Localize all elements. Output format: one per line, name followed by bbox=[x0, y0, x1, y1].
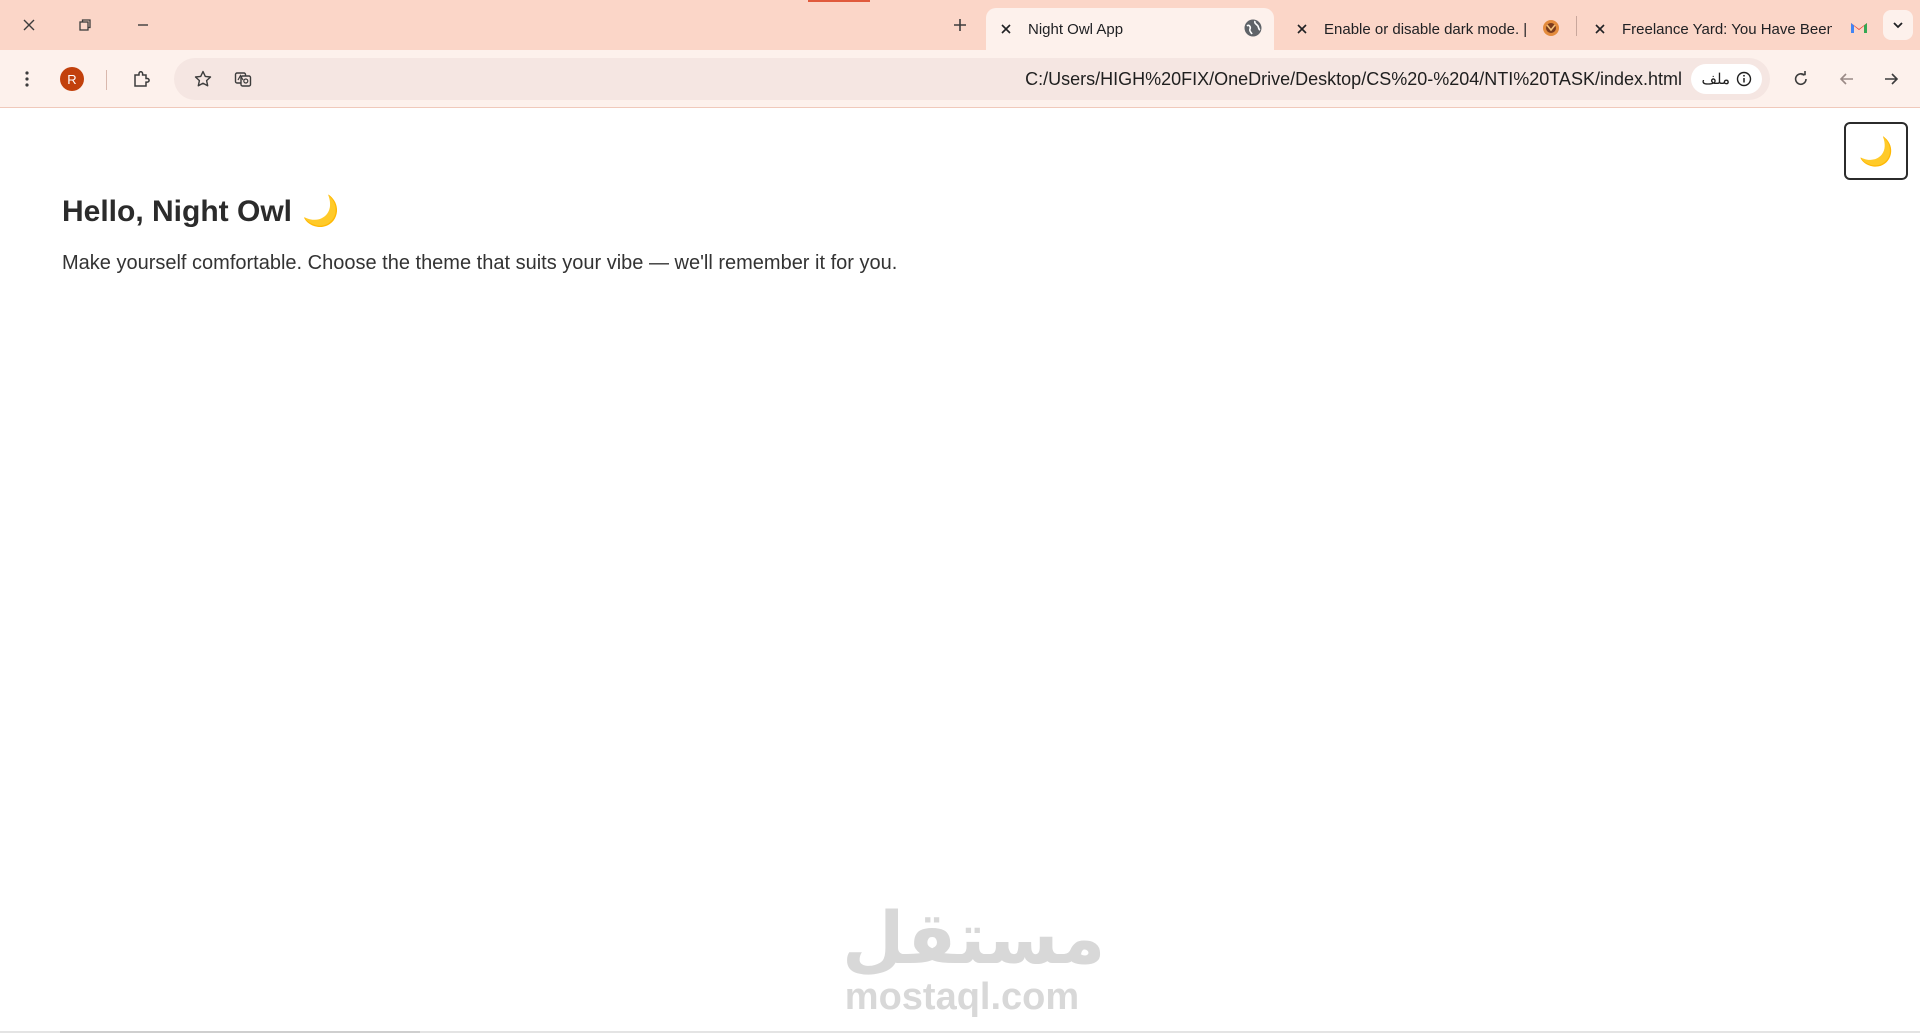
theme-toggle-button[interactable]: 🌙 bbox=[1844, 122, 1908, 180]
plus-icon bbox=[954, 19, 966, 31]
back-button[interactable] bbox=[1832, 64, 1862, 94]
window-minimize-button[interactable] bbox=[128, 10, 158, 40]
page-title: Hello, Night Owl 🌙 bbox=[62, 194, 339, 229]
tab-close-button[interactable] bbox=[994, 17, 1018, 41]
more-vertical-icon bbox=[25, 71, 29, 87]
page-content: 🌙 Hello, Night Owl 🌙 Make yourself comfo… bbox=[0, 109, 1920, 1033]
info-icon bbox=[1736, 71, 1752, 87]
moon-icon: 🌙 bbox=[1858, 135, 1894, 167]
forward-button[interactable] bbox=[1876, 64, 1906, 94]
close-icon bbox=[1297, 24, 1307, 34]
site-info-label: ملف bbox=[1701, 71, 1730, 88]
tab-night-owl-app[interactable]: Night Owl App bbox=[986, 8, 1274, 50]
browser-menu-button[interactable] bbox=[12, 64, 42, 94]
tab-title: Enable or disable dark mode. | F bbox=[1324, 20, 1532, 38]
window-close-button[interactable] bbox=[14, 10, 44, 40]
address-bar[interactable]: C:/Users/HIGH%20FIX/OneDrive/Desktop/CS%… bbox=[174, 58, 1770, 100]
close-icon bbox=[1001, 24, 1011, 34]
puzzle-icon bbox=[134, 70, 150, 87]
gmail-icon bbox=[1848, 17, 1870, 39]
restore-icon bbox=[79, 19, 91, 31]
reload-icon bbox=[1794, 71, 1807, 86]
star-icon bbox=[194, 70, 212, 87]
profile-avatar[interactable]: R bbox=[60, 67, 84, 91]
tab-strip-accent bbox=[808, 0, 870, 2]
tab-close-button[interactable] bbox=[1290, 17, 1314, 41]
mastery-icon bbox=[1540, 17, 1562, 39]
window-restore-button[interactable] bbox=[70, 10, 100, 40]
mostaql-watermark: مستقل mostaql.com bbox=[842, 896, 1106, 1018]
tab-dark-mode-article[interactable]: Enable or disable dark mode. | F bbox=[1282, 8, 1572, 50]
minimize-icon bbox=[138, 24, 148, 26]
watermark-arabic: مستقل bbox=[842, 896, 1106, 980]
arrow-right-icon bbox=[1885, 73, 1899, 85]
tab-strip: Night Owl App Enable or disable dark mod… bbox=[0, 0, 1920, 50]
toolbar-divider bbox=[106, 70, 107, 90]
tab-freelance-yard[interactable]: Freelance Yard: You Have Been bbox=[1580, 8, 1880, 50]
address-url[interactable]: C:/Users/HIGH%20FIX/OneDrive/Desktop/CS%… bbox=[1025, 69, 1682, 90]
close-icon bbox=[23, 19, 35, 31]
site-info-chip[interactable]: ملف bbox=[1691, 64, 1762, 94]
arrow-left-icon bbox=[1839, 73, 1853, 85]
page-tagline: Make yourself comfortable. Choose the th… bbox=[62, 252, 898, 274]
extensions-button[interactable] bbox=[126, 64, 156, 94]
watermark-latin: mostaql.com bbox=[844, 976, 1080, 1018]
moon-icon: 🌙 bbox=[302, 195, 340, 228]
tab-search-button[interactable] bbox=[1883, 10, 1913, 40]
tab-separator bbox=[1576, 16, 1577, 36]
close-icon bbox=[1595, 24, 1605, 34]
bookmark-star-button[interactable] bbox=[188, 64, 218, 94]
globe-icon bbox=[1242, 17, 1264, 39]
translate-icon bbox=[234, 72, 252, 87]
browser-toolbar: R C:/Users/HIGH%20FIX/OneDrive/Desktop/C… bbox=[0, 50, 1920, 108]
tab-close-button[interactable] bbox=[1588, 17, 1612, 41]
chevron-down-icon bbox=[1893, 22, 1903, 29]
tab-title: Night Owl App bbox=[1028, 20, 1124, 38]
greeting-text: Hello, Night Owl bbox=[62, 194, 292, 228]
tab-title: Freelance Yard: You Have Been bbox=[1622, 20, 1832, 38]
translate-button[interactable] bbox=[228, 64, 258, 94]
reload-button[interactable] bbox=[1786, 64, 1816, 94]
new-tab-button[interactable] bbox=[945, 10, 975, 40]
